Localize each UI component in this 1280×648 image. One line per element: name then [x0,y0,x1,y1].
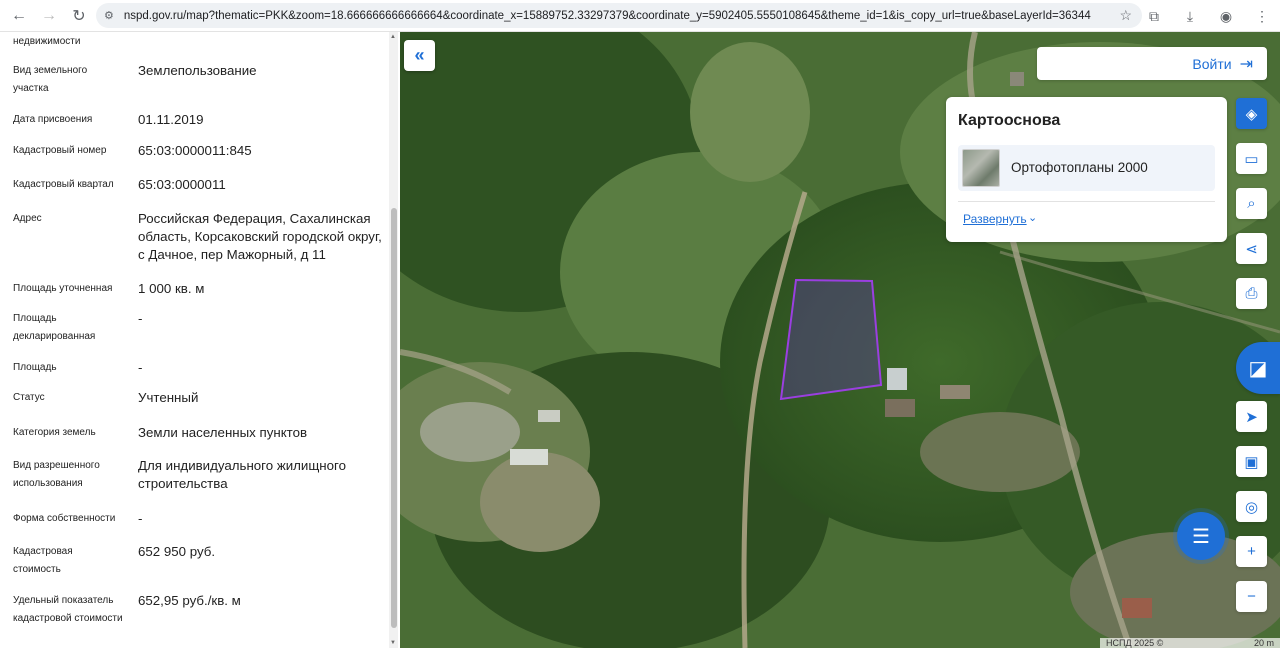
row-value: - [138,511,143,526]
forward-icon[interactable]: → [34,1,64,31]
row-value: Земли населенных пунктов [138,425,308,440]
object-info-panel: недвижимости Вид земельного участка Земл… [0,32,400,648]
row-value: 1 000 кв. м [138,281,205,296]
chevron-down-icon[interactable]: ⌄ [1028,211,1037,224]
copyright-text: НСПД 2025 © [1106,638,1164,648]
row-label: недвижимости [13,36,81,47]
scroll-down-icon[interactable]: ▼ [390,640,396,646]
row-value: 652 950 руб. [138,544,216,559]
basemap-layer-name: Ортофотопланы 2000 [1011,160,1148,175]
row-label: Площадь декларированная [13,313,96,342]
row-value[interactable]: 65:03:0000011:845 [138,142,383,160]
row-label: Площадь уточненная [13,283,113,294]
map-footer: НСПД 2025 © 20 m [1100,638,1280,648]
collapse-panel-button[interactable]: « [404,40,435,71]
browser-toolbar: ← → ↻ ⚙ nspd.gov.ru/map?thematic=PKK&zoo… [0,0,1280,32]
extensions-icon[interactable]: ⧉ [1136,8,1172,25]
cadastral-parcel[interactable] [779,278,883,401]
row-value: 652,95 руб./кв. м [138,593,241,608]
row-label: Кадастровый номер [13,145,107,156]
chat-icon[interactable]: ☰ [1177,512,1225,560]
locate-icon[interactable]: ➤ [1236,401,1267,432]
area-search-icon[interactable]: ⌕ [1236,188,1267,219]
row-label: Вид земельного участка [13,65,88,94]
row-value: Учтенный [138,390,199,405]
print-icon[interactable]: ⎙ [1236,278,1267,309]
share-icon[interactable]: ⋖ [1236,233,1267,264]
row-label: Удельный показатель кадастровой стоимост… [13,595,123,624]
zoom-in-button[interactable]: + [1236,536,1267,567]
row-label: Форма собственности [13,513,116,524]
row-label: Статус [13,392,45,403]
nspd-logo-icon[interactable]: ◪ [1236,342,1280,394]
site-info-icon[interactable]: ⚙ [104,9,114,22]
address-bar[interactable]: ⚙ nspd.gov.ru/map?thematic=PKK&zoom=18.6… [96,3,1142,28]
row-value[interactable]: 65:03:0000011 [138,176,383,194]
login-button[interactable]: Войти ⇥ [1037,47,1267,80]
row-label: Категория земель [13,427,96,438]
scale-text: 20 m [1253,638,1274,648]
row-label: Кадастровая стоимость [13,546,73,575]
row-label: Адрес [13,213,42,224]
row-value: Российская Федерация, Сахалинская област… [138,211,382,262]
geo-search-icon[interactable]: ◎ [1236,491,1267,522]
row-value: Землепользование [138,63,257,78]
layers-icon[interactable]: ◈ [1236,98,1267,129]
row-value: 01.11.2019 [138,112,204,127]
bookmark-star-icon[interactable]: ☆ [1119,7,1132,24]
back-icon[interactable]: ← [4,1,34,31]
row-value: - [138,311,143,326]
basemap-thumbnail [962,149,1000,187]
row-label: Кадастровый квартал [13,179,114,190]
profile-icon[interactable]: ◉ [1208,8,1244,25]
login-label: Войти [1192,55,1232,72]
row-value: Для индивидуального жилищного строительс… [138,458,346,491]
basemap-panel: Картооснова Ортофотопланы 2000 Развернут… [946,97,1227,242]
reload-icon[interactable]: ↻ [64,1,94,31]
zoom-out-button[interactable]: − [1236,581,1267,612]
row-label: Площадь [13,362,57,373]
basemap-title: Картооснова [958,112,1061,129]
row-label: Дата присвоения [13,114,93,125]
login-icon: ⇥ [1239,55,1253,73]
scroll-up-icon[interactable]: ▲ [390,34,396,40]
url-text: nspd.gov.ru/map?thematic=PKK&zoom=18.666… [123,9,1091,22]
row-value: - [138,360,143,375]
minimap-icon[interactable]: ▣ [1236,446,1267,477]
row-label: Вид разрешенного использования [13,460,100,489]
panel-scrollbar-thumb[interactable] [391,208,397,628]
expand-link[interactable]: Развернуть [963,212,1027,226]
divider [958,201,1215,202]
download-icon[interactable]: ⤓ [1172,8,1208,25]
basemap-layer-item[interactable]: Ортофотопланы 2000 [958,145,1215,191]
ruler-icon[interactable]: ▭ [1236,143,1267,174]
menu-icon[interactable]: ⋮ [1244,8,1280,25]
